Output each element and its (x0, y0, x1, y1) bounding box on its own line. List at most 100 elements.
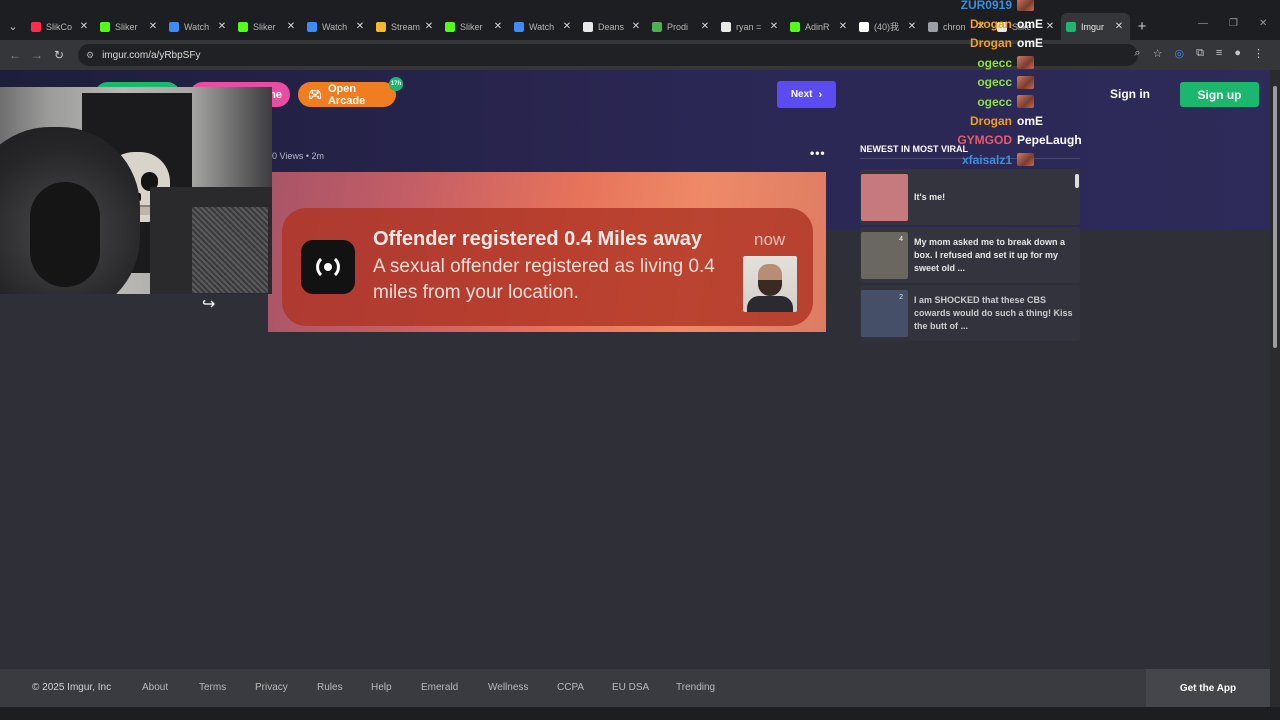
globe-icon (928, 21, 938, 32)
media-controls-icon[interactable]: ≡ (1216, 47, 1222, 60)
minimize-icon[interactable]: — (1198, 18, 1208, 29)
reload-icon[interactable]: ↻ (48, 48, 70, 62)
close-window-icon[interactable]: ✕ (1259, 18, 1267, 29)
footer-link[interactable]: Trending (676, 682, 715, 693)
site-info-icon[interactable]: ⚙ (86, 50, 94, 61)
footer-copyright: © 2025 Imgur, Inc (32, 682, 112, 693)
extension-loop-icon[interactable]: ◎ (1174, 47, 1184, 60)
footer-link[interactable]: Help (371, 682, 392, 693)
footer-link[interactable]: About (142, 682, 168, 693)
close-tab-icon[interactable]: ✕ (423, 21, 435, 32)
browser-tab[interactable]: Deans ✕ (578, 13, 647, 40)
browser-tab[interactable]: Sliker ✕ (233, 13, 302, 40)
footer-link[interactable]: Emerald (421, 682, 458, 693)
close-tab-icon[interactable]: ✕ (906, 21, 918, 32)
loop-icon (307, 21, 317, 32)
offender-photo (743, 256, 797, 312)
chat-username: Drogan (970, 114, 1012, 129)
close-tab-icon[interactable]: ✕ (78, 21, 90, 32)
browser-tab[interactable]: Watch ✕ (509, 13, 578, 40)
post-image[interactable]: Offender registered 0.4 Miles away now A… (268, 172, 826, 332)
browser-toolbar: ← → ↻ ⚙ imgur.com/a/yRbpSFy ⌕ ☆ ◎ ⧉ ≡ ● … (0, 40, 1280, 70)
sign-up-button[interactable]: Sign up (1180, 82, 1259, 107)
new-tab-icon[interactable]: + (1130, 18, 1154, 35)
browser-tab[interactable]: Sliker ✕ (440, 13, 509, 40)
toolbar-icons: ⌕ ☆ ◎ ⧉ ≡ ● ⋮ (1134, 47, 1264, 60)
zoom-icon[interactable]: ⌕ (1134, 47, 1140, 60)
sidebar-post-item[interactable]: 2 I am SHOCKED that these CBS cowards wou… (860, 285, 1080, 341)
browser-tab[interactable]: SlikCo ✕ (26, 13, 95, 40)
share-icon[interactable]: ↪ (202, 294, 215, 314)
forward-icon[interactable]: → (26, 48, 48, 62)
chat-username: ogecc (977, 75, 1012, 90)
close-tab-icon[interactable]: ✕ (768, 21, 780, 32)
more-options-icon[interactable]: ••• (810, 146, 826, 160)
app-icon (301, 240, 355, 294)
tab-title: AdinR (805, 21, 830, 32)
close-tab-icon[interactable]: ✕ (285, 21, 297, 32)
close-tab-icon[interactable]: ✕ (216, 21, 228, 32)
menu-kebab-icon[interactable]: ⋮ (1253, 47, 1264, 60)
headphone (30, 182, 100, 287)
close-tab-icon[interactable]: ✕ (837, 21, 849, 32)
browser-tab[interactable]: Stream ✕ (371, 13, 440, 40)
loop-icon (514, 21, 524, 32)
open-arcade-button[interactable]: 🎮︎ Open Arcade (298, 82, 396, 107)
chat-text: PepeLaugh (1017, 133, 1082, 148)
sidebar-scroll-indicator[interactable] (1075, 174, 1079, 188)
footer-link[interactable]: Rules (317, 682, 343, 693)
emote-icon (1017, 95, 1034, 109)
browser-tab[interactable]: Watch ✕ (302, 13, 371, 40)
get-the-app-button[interactable]: Get the App (1146, 669, 1270, 707)
arcade-badge: 17h (389, 77, 403, 91)
sidebar-post-item[interactable]: 4 My mom asked me to break down a box. I … (860, 227, 1080, 283)
tab-title: (40)我 (874, 22, 900, 32)
next-label: Next (790, 89, 813, 100)
page-footer: © 2025 Imgur, Inc About Terms Privacy Rules… (0, 669, 1270, 707)
scrollbar-thumb[interactable] (1273, 86, 1277, 348)
tab-title: SlikCo (46, 21, 73, 32)
leaf-icon (652, 21, 662, 32)
maximize-icon[interactable]: ❐ (1229, 18, 1238, 29)
tab-title: Watch (529, 21, 555, 32)
browser-tab[interactable]: Watch ✕ (164, 13, 233, 40)
back-icon[interactable]: ← (4, 48, 26, 62)
profile-avatar-icon[interactable]: ● (1234, 47, 1241, 60)
tab-title: Watch (322, 21, 348, 32)
next-post-button[interactable]: Next › (777, 81, 836, 108)
footer-link[interactable]: Wellness (488, 682, 528, 693)
bar-chart-icon (376, 21, 386, 32)
close-tab-icon[interactable]: ✕ (147, 21, 159, 32)
close-tab-icon[interactable]: ✕ (492, 21, 504, 32)
close-tab-icon[interactable]: ✕ (699, 21, 711, 32)
footer-link[interactable]: Privacy (255, 682, 288, 693)
gamepad-icon: 🎮︎ (308, 89, 322, 101)
close-tab-icon[interactable]: ✕ (561, 21, 573, 32)
bookmark-star-icon[interactable]: ☆ (1153, 47, 1163, 60)
browser-tab[interactable]: Sliker ✕ (95, 13, 164, 40)
notification-title: Offender registered 0.4 Miles away (373, 228, 703, 250)
footer-link[interactable]: CCPA (557, 682, 584, 693)
footer-link[interactable]: EU DSA (612, 682, 649, 693)
browser-tab[interactable]: Prodi ✕ (647, 13, 716, 40)
sign-in-link[interactable]: Sign in (1110, 87, 1150, 101)
close-tab-icon[interactable]: ✕ (1113, 21, 1125, 32)
close-tab-icon[interactable]: ✕ (354, 21, 366, 32)
tab-search-chevron-icon[interactable]: ⌄ (0, 13, 26, 40)
browser-tab[interactable]: ryan = ✕ (716, 13, 785, 40)
browser-tab[interactable]: (40)我 ✕ (854, 13, 923, 40)
chat-username: ZUR0919 (960, 0, 1012, 12)
chat-message: Drogan omE (948, 111, 1088, 130)
extensions-puzzle-icon[interactable]: ⧉ (1196, 47, 1204, 60)
page-scrollbar[interactable] (1270, 70, 1280, 707)
radar-icon (316, 257, 340, 277)
post-title: I am SHOCKED that these CBS cowards woul… (914, 294, 1073, 331)
browser-tab[interactable]: AdinR ✕ (785, 13, 854, 40)
footer-link[interactable]: Terms (199, 682, 226, 693)
x-logo-icon (721, 21, 731, 32)
close-tab-icon[interactable]: ✕ (630, 21, 642, 32)
sidebar-post-item[interactable]: It's me! (860, 169, 1080, 225)
chat-username: ogecc (977, 55, 1012, 70)
chat-username: GYMGOD (957, 133, 1012, 148)
chat-username: Drogan (970, 36, 1012, 51)
